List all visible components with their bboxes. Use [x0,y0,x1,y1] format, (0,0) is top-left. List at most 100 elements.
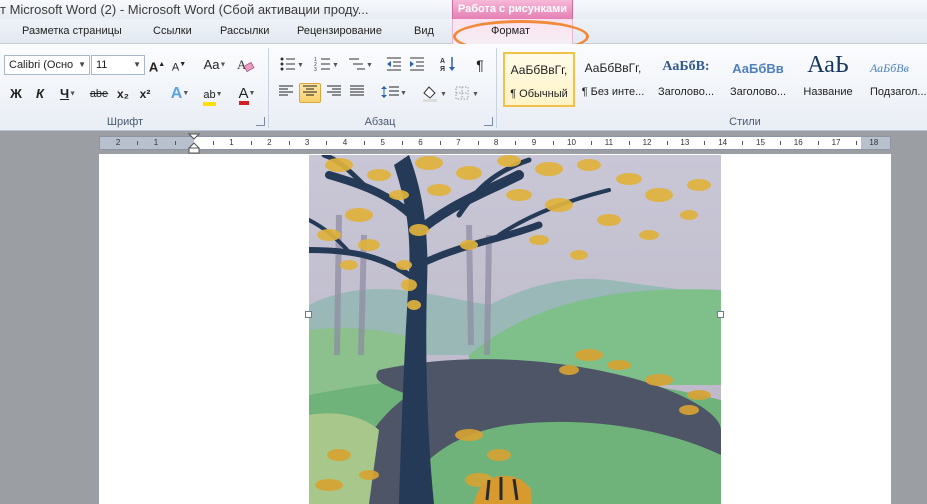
font-size-combo[interactable]: 11 ▼ [91,55,145,75]
align-center-button[interactable] [299,83,321,103]
text-effects-button[interactable]: A▼ [166,84,194,104]
highlighter-icon: ab [203,89,216,106]
style-heading-1[interactable]: АаБбВ: Заголово... [650,52,722,107]
tab-references[interactable]: Ссылки [153,19,192,44]
ruler-number: 14 [718,138,728,147]
ruler-tick [628,141,630,145]
style-title[interactable]: АаЬ Название [792,52,864,107]
tab-review[interactable]: Рецензирование [297,19,382,44]
style-name: Заголово... [657,86,715,98]
tab-view[interactable]: Вид [414,19,434,44]
style-name: ¶ Без инте... [581,86,645,98]
increase-indent-button[interactable] [407,55,427,75]
autumn-tree-painting[interactable] [309,155,721,504]
window-title: т Microsoft Word (2) - Microsoft Word (С… [0,2,369,17]
change-case-button[interactable]: Aa▼ [201,55,229,75]
style-sample: АаБбВвГг, [510,63,568,77]
numbering-button[interactable]: 1 2 3 ▼ [311,55,341,75]
numbered-list-icon: 123▼ [314,57,339,73]
style-no-spacing[interactable]: АаБбВвГг, ¶ Без инте... [577,52,649,107]
tab-page-layout[interactable]: Разметка страницы [22,19,122,44]
align-right-button[interactable] [324,84,344,104]
ruler-tick [742,141,744,145]
superscript-button[interactable]: x² [136,84,154,104]
ruler-tick [212,141,214,145]
horizontal-ruler[interactable]: 2 1 1 2 3 4 5 6 7 8 9 10 11 12 13 14 15 16 17 18 [99,133,891,154]
decrease-indent-button[interactable] [384,55,404,75]
ruler-number: 17 [831,138,841,147]
ruler-number: 7 [456,138,461,147]
shrink-font-button[interactable]: A▼ [171,55,187,75]
align-left-button[interactable] [276,84,296,104]
ruler-tick [401,141,403,145]
style-normal[interactable]: АаБбВвГг, ¶ Обычный [503,52,575,107]
paragraph-group-label: Абзац [364,116,396,128]
ruler-number: 10 [567,138,576,147]
style-name: Заголово... [729,86,787,98]
ruler-number: 16 [793,138,803,147]
strikethrough-button[interactable]: abe [88,84,110,104]
ruler-number: 18 [869,138,879,147]
ruler-number: 1 [229,138,234,147]
ruler-number: 12 [642,138,652,147]
style-heading-2[interactable]: АаБбВв Заголово... [722,52,794,107]
justify-button[interactable] [347,84,367,104]
ruler-tick [515,141,517,145]
subscript-button[interactable]: x₂ [114,84,132,104]
underline-icon: Ч [59,86,70,101]
ruler-number: 2 [115,138,121,147]
ruler-tick [855,141,857,145]
font-name-combo[interactable]: Calibri (Осно ▼ [4,55,90,75]
svg-text:Я: Я [440,66,445,73]
ruler-tick [326,141,328,145]
shading-button[interactable]: ▼ [419,84,449,104]
indent-marker-icon[interactable] [188,133,200,155]
font-color-button[interactable]: A▼ [232,84,262,105]
ruler-tick [817,141,819,145]
line-spacing-button[interactable]: ▼ [380,84,408,104]
align-right-icon [327,85,341,96]
grow-font-icon: A [148,59,159,75]
ruler-tick [288,141,290,145]
line-spacing-icon: ▼ [381,86,407,98]
bullets-button[interactable]: ▼ [276,55,306,75]
text-effects-icon: A [170,85,183,103]
ruler-tick [175,141,177,145]
svg-text:A: A [440,58,445,65]
font-name-value: Calibri (Осно [9,59,74,71]
resize-handle-left[interactable] [305,311,312,318]
underline-button[interactable]: Ч▼ [54,84,82,104]
font-size-value: 11 [96,59,108,71]
paragraph-dialog-launcher[interactable] [484,117,493,126]
font-dialog-launcher[interactable] [256,117,265,126]
chevron-down-icon: ▼ [133,60,141,69]
svg-text:A: A [237,57,247,72]
svg-text:3: 3 [314,67,317,73]
borders-button[interactable]: ▼ [453,84,481,104]
resize-handle-right[interactable] [717,311,724,318]
show-formatting-button[interactable]: ¶ [470,55,490,75]
group-separator [496,48,497,128]
italic-button[interactable]: К [30,84,50,104]
tab-mailings[interactable]: Рассылки [220,19,269,44]
sort-icon: AЯ [440,57,455,73]
multilevel-list-button[interactable]: ▼ [345,55,375,75]
style-subtitle[interactable]: АаБбВв Подзагол... [864,52,927,107]
svg-text:▼: ▼ [366,62,373,69]
clear-formatting-icon: A [237,57,255,73]
sort-button[interactable]: AЯ [438,55,458,75]
style-name: Подзагол... [870,86,927,98]
highlight-button[interactable]: ab▼ [198,84,228,106]
ruler-tick [590,141,592,145]
ruler-number: 15 [756,138,765,147]
clear-formatting-button[interactable]: A [233,55,257,75]
ruler-number: 5 [380,138,385,147]
font-group-label: Шрифт [106,116,144,128]
group-separator [268,48,269,128]
svg-text:▼: ▼ [297,62,304,69]
paint-bucket-icon: ▼ [423,86,447,102]
ruler-tick [364,141,366,145]
bold-button[interactable]: Ж [6,84,26,104]
grow-font-button[interactable]: A▲ [148,55,166,75]
style-name: ¶ Обычный [510,88,568,100]
